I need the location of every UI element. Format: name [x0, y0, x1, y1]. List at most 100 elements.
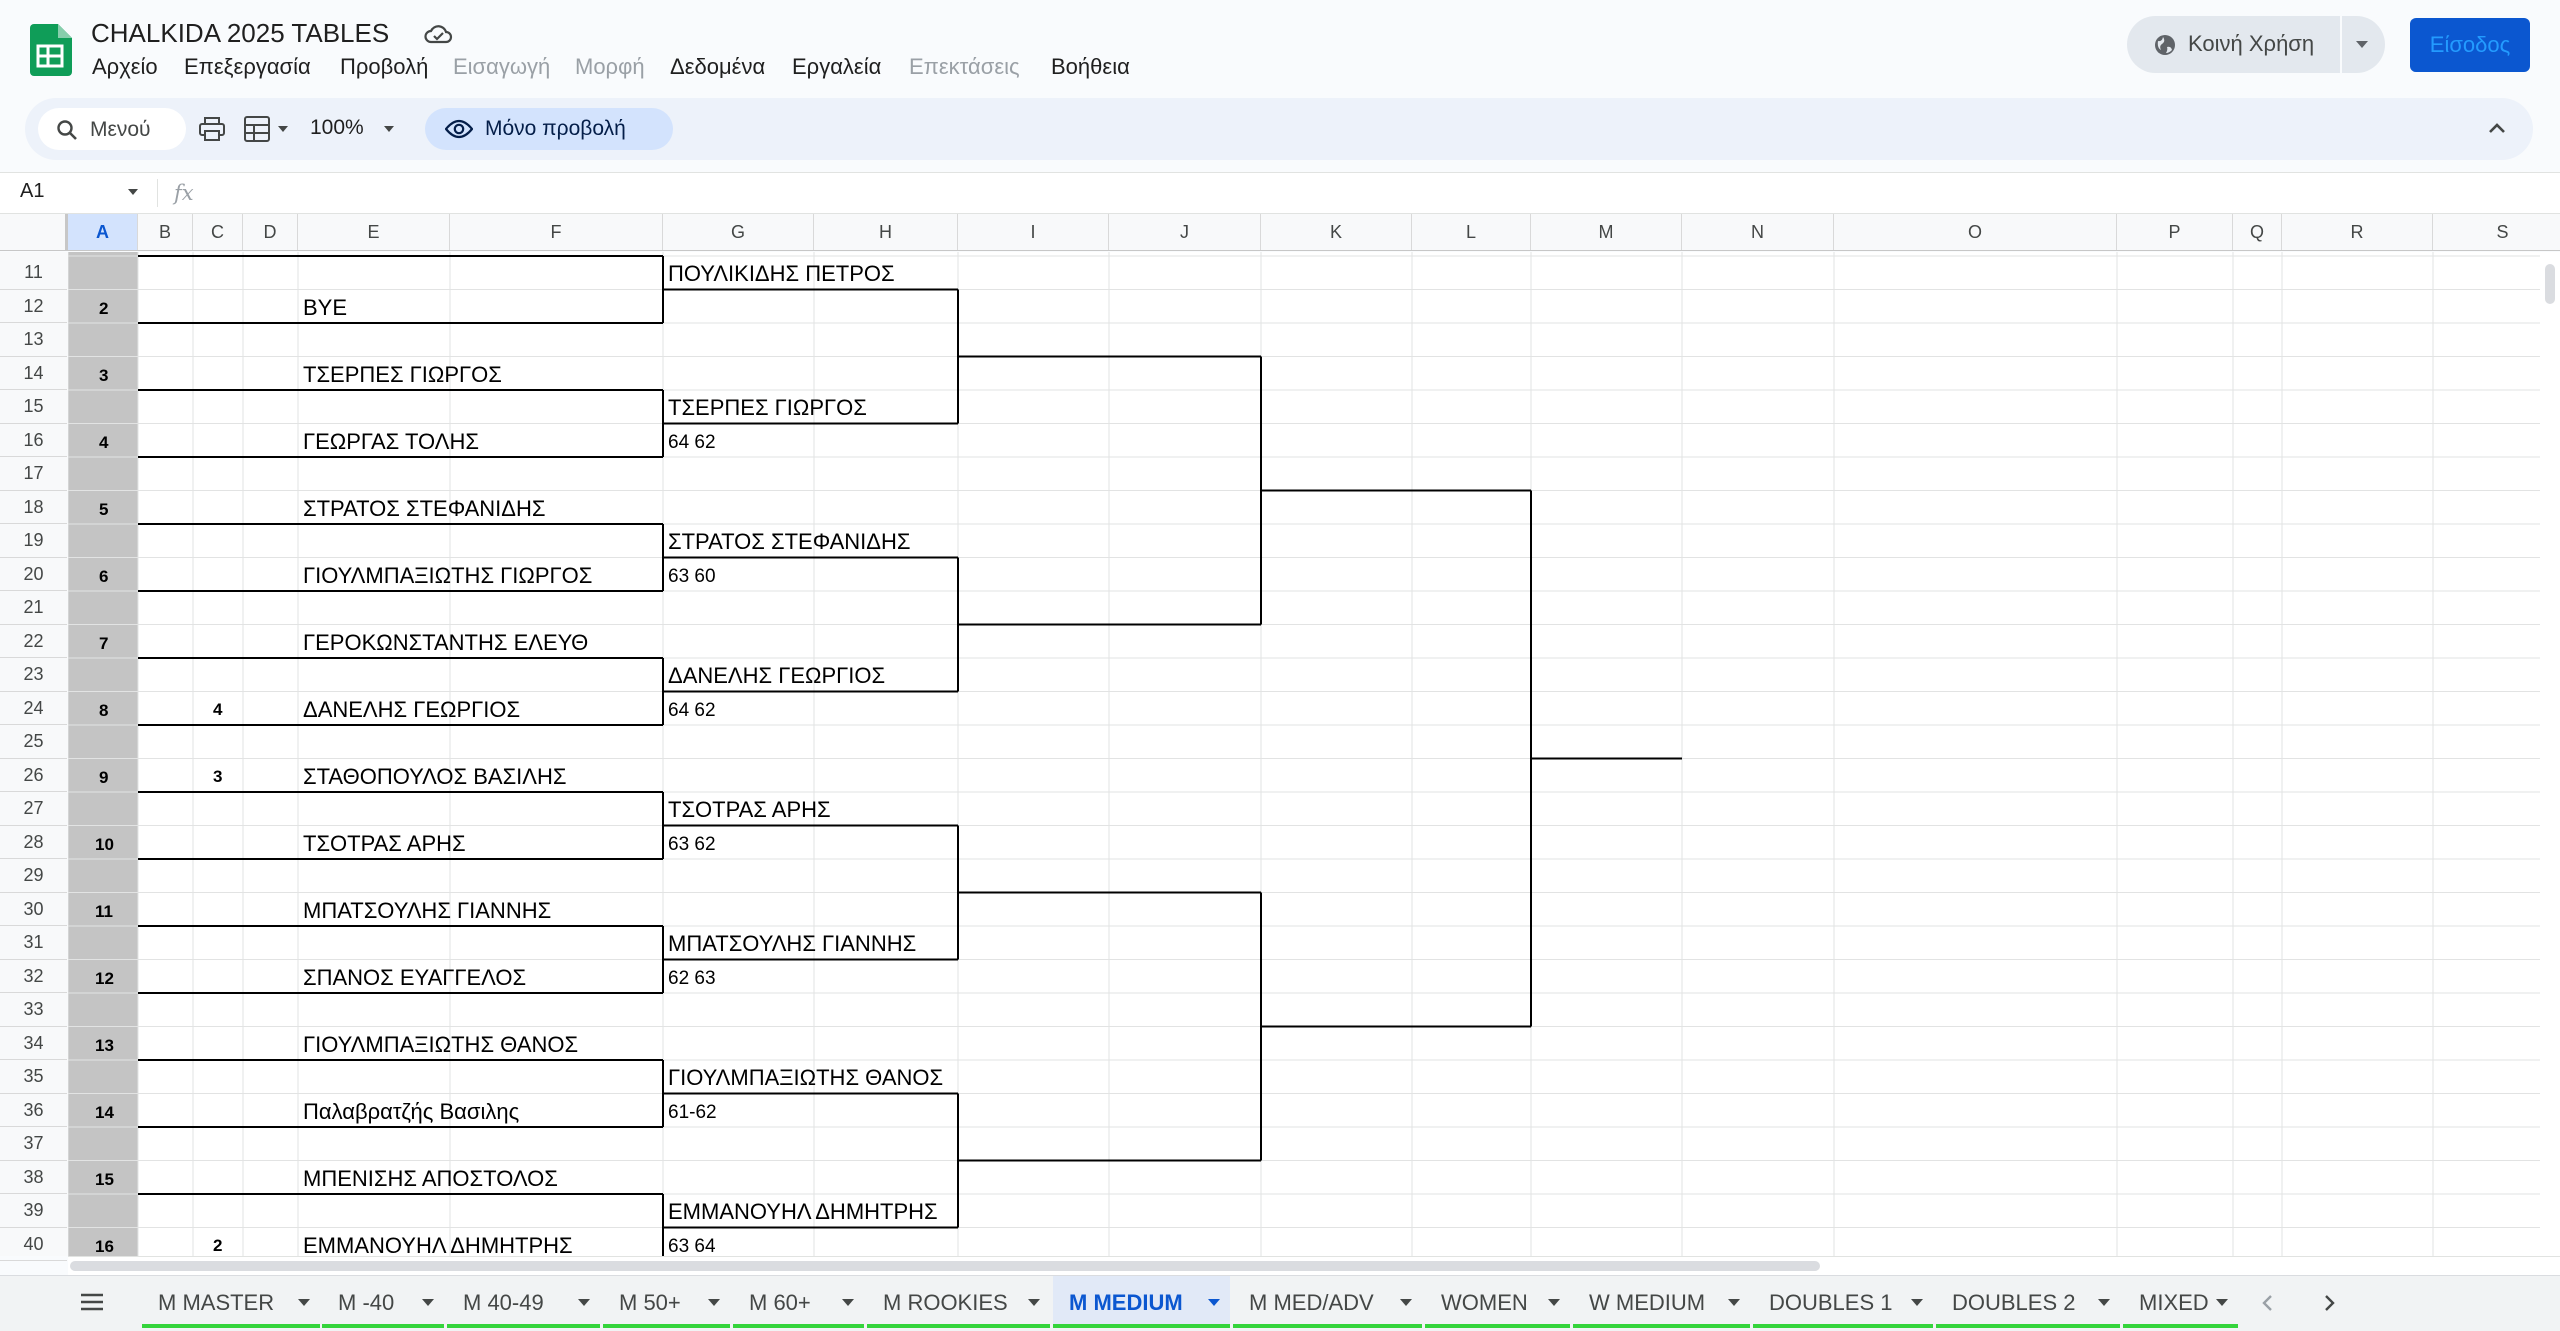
- row-header-24[interactable]: 24: [0, 692, 67, 725]
- column-header-d[interactable]: D: [243, 214, 298, 250]
- row-header-36[interactable]: 36: [0, 1094, 67, 1127]
- row-header-23[interactable]: 23: [0, 658, 67, 692]
- column-header-i[interactable]: I: [958, 214, 1109, 250]
- column-header-j[interactable]: J: [1109, 214, 1261, 250]
- scroll-tabs-left-icon[interactable]: [2260, 1293, 2276, 1313]
- menu-tools[interactable]: Εργαλεία: [792, 54, 881, 80]
- row-header-29[interactable]: 29: [0, 859, 67, 893]
- row-header-21[interactable]: 21: [0, 591, 67, 625]
- menu-format[interactable]: Μορφή: [575, 54, 645, 80]
- column-header-r[interactable]: R: [2282, 214, 2433, 250]
- row-header-20[interactable]: 20: [0, 558, 67, 591]
- sheet-tab[interactable]: M 60+: [733, 1276, 864, 1328]
- sheet-tab[interactable]: M -40: [322, 1276, 444, 1328]
- row-header-35[interactable]: 35: [0, 1060, 67, 1094]
- menu-insert[interactable]: Εισαγωγή: [453, 54, 550, 80]
- column-header-e[interactable]: E: [298, 214, 450, 250]
- cloud-status-icon[interactable]: [422, 20, 454, 48]
- name-box-dropdown-icon[interactable]: [128, 189, 138, 195]
- row-header-39[interactable]: 39: [0, 1194, 67, 1228]
- menu-search[interactable]: Μενού: [38, 108, 186, 150]
- row-header-30[interactable]: 30: [0, 893, 67, 926]
- sheet-tab-menu-icon[interactable]: [2216, 1299, 2228, 1306]
- row-header-11[interactable]: 11: [0, 256, 67, 290]
- view-only-button[interactable]: Μόνο προβολή: [425, 108, 673, 150]
- sheet-tab-menu-icon[interactable]: [1911, 1299, 1923, 1306]
- sheet-tab-menu-icon[interactable]: [578, 1299, 590, 1306]
- sheet-tab-menu-icon[interactable]: [1208, 1299, 1220, 1306]
- row-header-40[interactable]: 40: [0, 1228, 67, 1261]
- spreadsheet-grid[interactable]: 2 3 4 5 6 7 8 9 10 11 12 13 14 15 16 4 3 2 BYE ΤΣΕΡΠΕΣ ΓΙΩΡ…: [68, 252, 2560, 1256]
- zoom-select[interactable]: 100%: [310, 116, 364, 140]
- select-all-corner[interactable]: [0, 214, 68, 250]
- row-header-25[interactable]: 25: [0, 725, 67, 759]
- row-header-16[interactable]: 16: [0, 424, 67, 457]
- row-header-17[interactable]: 17: [0, 457, 67, 491]
- sheet-tab[interactable]: W MEDIUM: [1573, 1276, 1750, 1328]
- format-dropdown-icon[interactable]: [278, 126, 288, 132]
- menu-file[interactable]: Αρχείο: [92, 54, 158, 80]
- sheet-tab[interactable]: M MED/ADV: [1233, 1276, 1422, 1328]
- row-header-38[interactable]: 38: [0, 1161, 67, 1194]
- sheet-tab-menu-icon[interactable]: [1028, 1299, 1040, 1306]
- collapse-chevron-icon[interactable]: [2487, 120, 2507, 136]
- sign-in-button[interactable]: Είσοδος: [2410, 18, 2530, 72]
- row-header-13[interactable]: 13: [0, 323, 67, 357]
- horizontal-scrollbar[interactable]: [68, 1256, 2560, 1275]
- column-header-o[interactable]: O: [1834, 214, 2117, 250]
- paint-format-icon[interactable]: [244, 116, 270, 142]
- column-header-m[interactable]: M: [1531, 214, 1682, 250]
- sheet-tab-menu-icon[interactable]: [422, 1299, 434, 1306]
- column-header-h[interactable]: H: [814, 214, 958, 250]
- column-header-a[interactable]: A: [68, 214, 138, 250]
- share-dropdown-icon[interactable]: [2356, 41, 2368, 48]
- name-box[interactable]: A1: [20, 180, 44, 203]
- sheet-tab[interactable]: M ROOKIES: [867, 1276, 1050, 1328]
- column-header-f[interactable]: F: [450, 214, 663, 250]
- menu-data[interactable]: Δεδομένα: [670, 54, 765, 80]
- row-header-34[interactable]: 34: [0, 1027, 67, 1060]
- zoom-dropdown-icon[interactable]: [384, 126, 394, 132]
- column-header-s[interactable]: S: [2433, 214, 2560, 250]
- sheet-tab[interactable]: DOUBLES 2: [1936, 1276, 2120, 1328]
- menu-extensions[interactable]: Επεκτάσεις: [909, 54, 1020, 80]
- scroll-tabs-right-icon[interactable]: [2321, 1293, 2337, 1313]
- sheet-tab-menu-icon[interactable]: [2098, 1299, 2110, 1306]
- column-header-q[interactable]: Q: [2233, 214, 2282, 250]
- share-button[interactable]: Κοινή Χρήση: [2127, 16, 2385, 73]
- all-sheets-menu-icon[interactable]: [80, 1293, 104, 1311]
- sheet-tab-menu-icon[interactable]: [1728, 1299, 1740, 1306]
- print-icon[interactable]: [199, 117, 225, 141]
- row-header-37[interactable]: 37: [0, 1127, 67, 1161]
- column-header-l[interactable]: L: [1412, 214, 1531, 250]
- column-header-b[interactable]: B: [138, 214, 193, 250]
- sheet-tab[interactable]: M MASTER: [142, 1276, 320, 1328]
- row-header-18[interactable]: 18: [0, 491, 67, 524]
- sheet-tab-menu-icon[interactable]: [1548, 1299, 1560, 1306]
- sheet-tab-menu-icon[interactable]: [298, 1299, 310, 1306]
- column-header-p[interactable]: P: [2117, 214, 2233, 250]
- column-header-k[interactable]: K: [1261, 214, 1412, 250]
- menu-view[interactable]: Προβολή: [340, 54, 428, 80]
- horizontal-scroll-thumb[interactable]: [70, 1261, 1820, 1271]
- sheets-logo-icon[interactable]: [28, 24, 72, 76]
- row-header-12[interactable]: 12: [0, 290, 67, 323]
- row-header-32[interactable]: 32: [0, 960, 67, 993]
- row-header-22[interactable]: 22: [0, 625, 67, 658]
- row-header-28[interactable]: 28: [0, 826, 67, 859]
- row-header-33[interactable]: 33: [0, 993, 67, 1027]
- vertical-scrollbar[interactable]: [2540, 252, 2560, 1256]
- formula-input[interactable]: [210, 173, 2560, 213]
- sheet-tab-menu-icon[interactable]: [1400, 1299, 1412, 1306]
- menu-edit[interactable]: Επεξεργασία: [184, 54, 311, 80]
- row-header-14[interactable]: 14: [0, 357, 67, 390]
- sheet-tab[interactable]: M 40-49: [447, 1276, 600, 1328]
- sheet-tab[interactable]: M 50+: [603, 1276, 730, 1328]
- row-header-15[interactable]: 15: [0, 390, 67, 424]
- column-header-n[interactable]: N: [1682, 214, 1834, 250]
- row-header-26[interactable]: 26: [0, 759, 67, 792]
- menu-help[interactable]: Βοήθεια: [1051, 54, 1130, 80]
- column-header-c[interactable]: C: [193, 214, 243, 250]
- sheet-tab[interactable]: MIXED: [2123, 1276, 2238, 1328]
- row-header-27[interactable]: 27: [0, 792, 67, 826]
